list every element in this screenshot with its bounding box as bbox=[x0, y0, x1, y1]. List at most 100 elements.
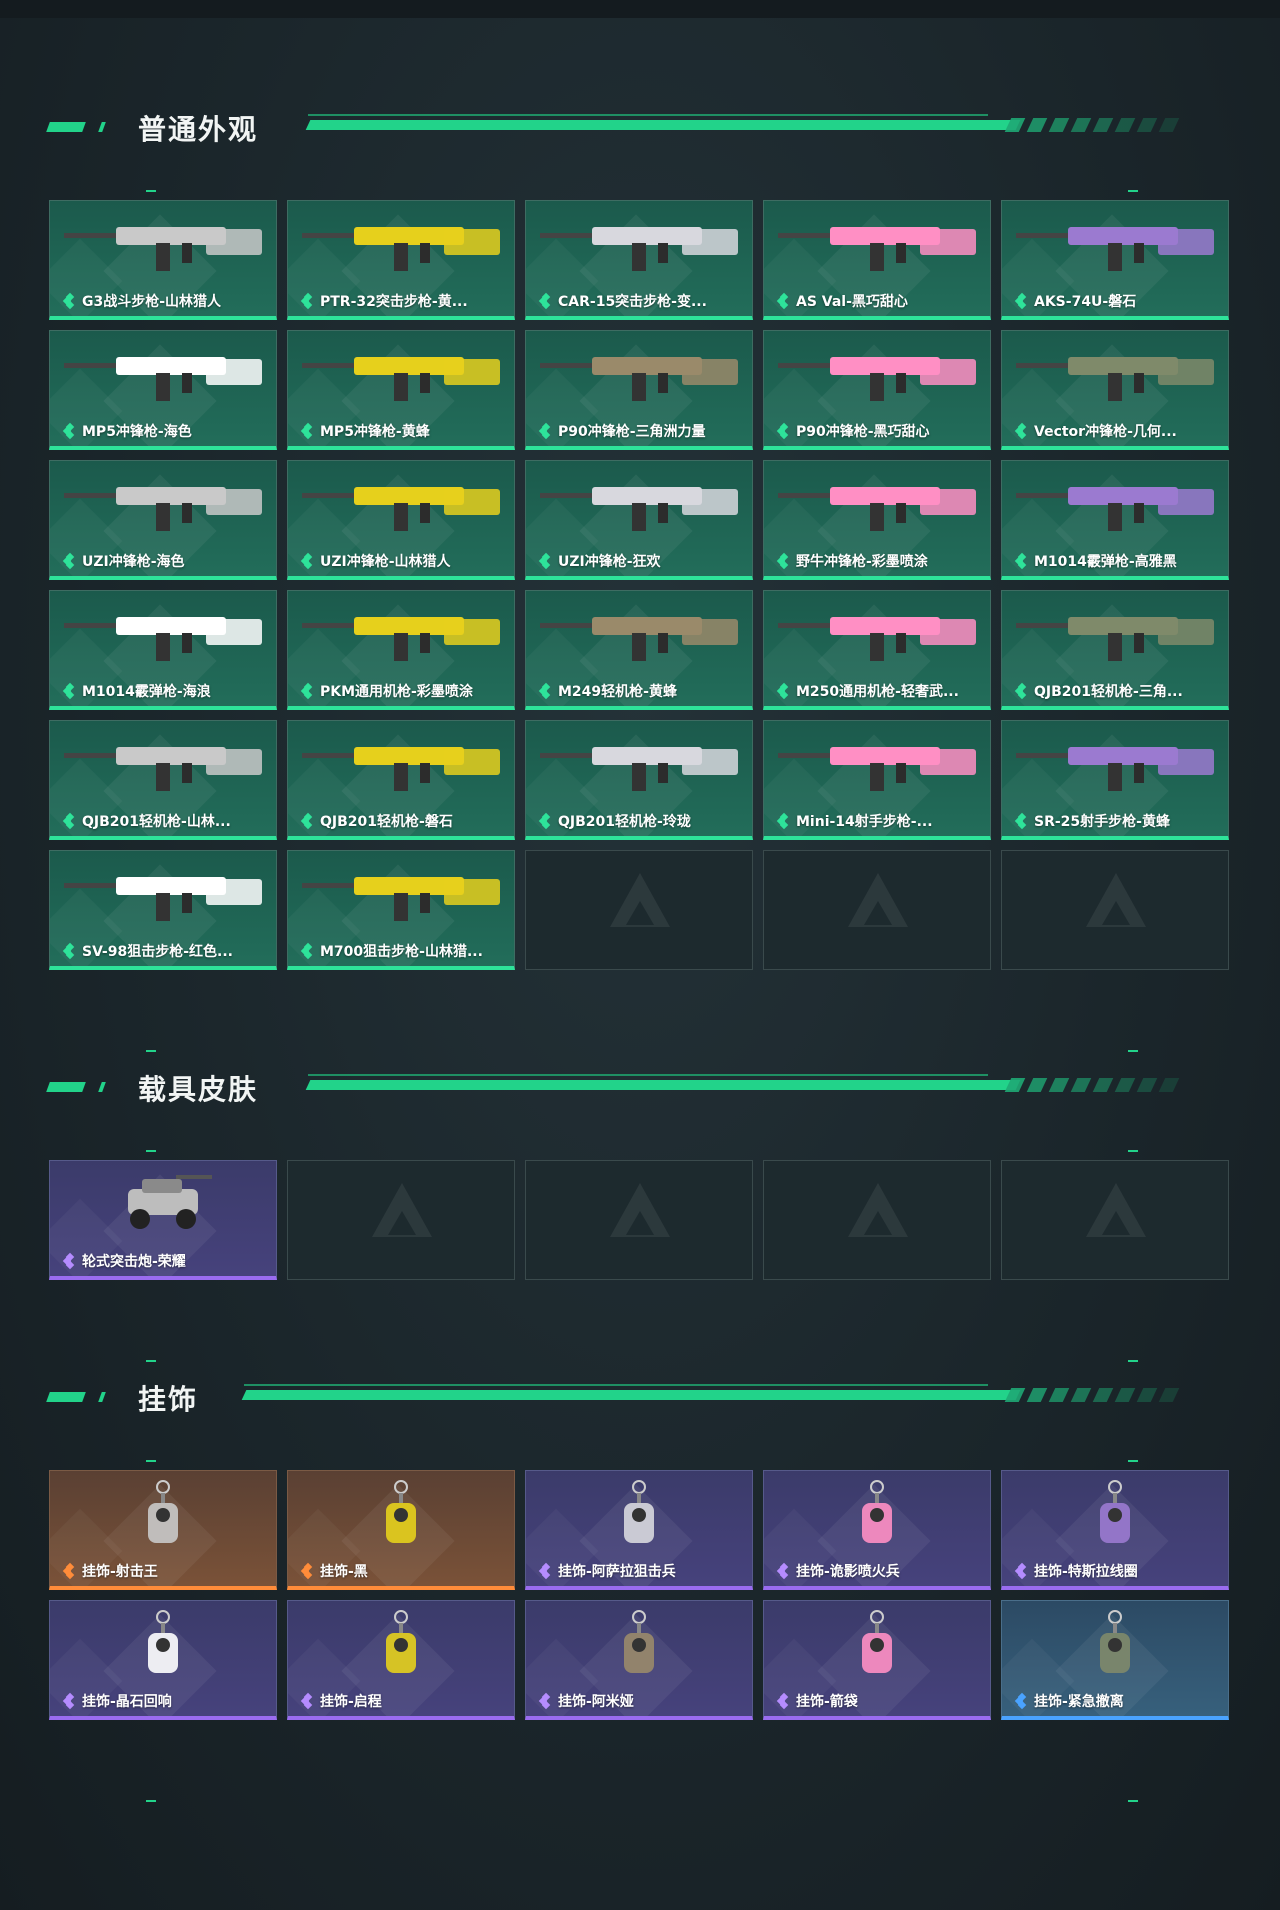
section-title: 普通外观 bbox=[138, 113, 259, 146]
rarity-diamond-icon bbox=[538, 422, 552, 440]
smg-icon bbox=[64, 357, 262, 401]
rarity-diamond-icon bbox=[1014, 1692, 1028, 1710]
item-card[interactable]: MP5冲锋枪-海色 bbox=[49, 330, 277, 450]
item-name: 挂饰-紧急撤离 bbox=[1034, 1694, 1124, 1710]
item-card[interactable]: 挂饰-箭袋 bbox=[763, 1600, 991, 1720]
section-header: 载具皮肤 bbox=[46, 1068, 1200, 1108]
corner-tick bbox=[1128, 1150, 1138, 1152]
item-card[interactable]: QJB201轻机枪-三角... bbox=[1001, 590, 1229, 710]
diamond-bit bbox=[303, 560, 313, 570]
item-card[interactable]: M700狙击步枪-山林猎... bbox=[287, 850, 515, 970]
header-rule bbox=[305, 1080, 1021, 1090]
item-card[interactable]: P90冲锋枪-三角洲力量 bbox=[525, 330, 753, 450]
checker-block bbox=[1048, 1388, 1070, 1402]
rarity-diamond-icon bbox=[538, 812, 552, 830]
item-label-row: CAR-15突击步枪-变... bbox=[538, 292, 707, 310]
header-checker bbox=[1004, 1388, 1188, 1402]
machine-gun-icon bbox=[302, 747, 500, 791]
rarity-diamond-icon bbox=[538, 682, 552, 700]
item-name: SR-25射手步枪-黄蜂 bbox=[1034, 814, 1170, 830]
item-card[interactable]: M250通用机枪-轻奢武... bbox=[763, 590, 991, 710]
item-card[interactable]: 挂饰-阿米娅 bbox=[525, 1600, 753, 1720]
corner-tick bbox=[146, 1360, 156, 1362]
diamond-bit bbox=[541, 690, 551, 700]
item-card[interactable]: 挂饰-紧急撤离 bbox=[1001, 1600, 1229, 1720]
item-card[interactable]: 轮式突击炮-荣耀 bbox=[49, 1160, 277, 1280]
item-card[interactable]: UZI冲锋枪-海色 bbox=[49, 460, 277, 580]
item-card[interactable]: M1014霰弹枪-高雅黑 bbox=[1001, 460, 1229, 580]
rarity-diamond-icon bbox=[776, 682, 790, 700]
item-name: UZI冲锋枪-狂欢 bbox=[558, 554, 661, 570]
rarity-diamond-icon bbox=[776, 422, 790, 440]
item-name: QJB201轻机枪-玲珑 bbox=[558, 814, 691, 830]
item-name: M250通用机枪-轻奢武... bbox=[796, 684, 959, 700]
diamond-bit bbox=[65, 820, 75, 830]
item-card[interactable]: 挂饰-阿萨拉狙击兵 bbox=[525, 1470, 753, 1590]
item-card[interactable]: 挂饰-黑 bbox=[287, 1470, 515, 1590]
item-card[interactable]: QJB201轻机枪-玲珑 bbox=[525, 720, 753, 840]
item-name: 挂饰-黑 bbox=[320, 1564, 368, 1580]
sniper-icon bbox=[64, 877, 262, 921]
item-card[interactable]: SR-25射手步枪-黄蜂 bbox=[1001, 720, 1229, 840]
item-card[interactable]: AS Val-黑巧甜心 bbox=[763, 200, 991, 320]
item-card[interactable]: QJB201轻机枪-磐石 bbox=[287, 720, 515, 840]
item-card[interactable]: 挂饰-启程 bbox=[287, 1600, 515, 1720]
item-label-row: 挂饰-阿萨拉狙击兵 bbox=[538, 1562, 676, 1580]
item-name: 挂饰-诡影喷火兵 bbox=[796, 1564, 900, 1580]
item-card[interactable]: UZI冲锋枪-狂欢 bbox=[525, 460, 753, 580]
item-card[interactable]: MP5冲锋枪-黄蜂 bbox=[287, 330, 515, 450]
item-name: QJB201轻机枪-三角... bbox=[1034, 684, 1183, 700]
header-accent bbox=[98, 122, 106, 132]
item-card[interactable]: 挂饰-特斯拉线圈 bbox=[1001, 1470, 1229, 1590]
item-name: CAR-15突击步枪-变... bbox=[558, 294, 707, 310]
empty-slot bbox=[1001, 1160, 1229, 1280]
item-label-row: MP5冲锋枪-海色 bbox=[62, 422, 192, 440]
section-title: 载具皮肤 bbox=[138, 1073, 259, 1106]
checker-block bbox=[1026, 1078, 1048, 1092]
item-card[interactable]: QJB201轻机枪-山林... bbox=[49, 720, 277, 840]
diamond-bit bbox=[541, 430, 551, 440]
diamond-bit bbox=[65, 1260, 75, 1270]
item-card[interactable]: 挂饰-晶石回响 bbox=[49, 1600, 277, 1720]
item-label-row: MP5冲锋枪-黄蜂 bbox=[300, 422, 430, 440]
corner-tick bbox=[146, 1150, 156, 1152]
item-card[interactable]: G3战斗步枪-山林猎人 bbox=[49, 200, 277, 320]
item-card[interactable]: 挂饰-诡影喷火兵 bbox=[763, 1470, 991, 1590]
item-card[interactable]: SV-98狙击步枪-红色... bbox=[49, 850, 277, 970]
shotgun-icon bbox=[64, 617, 262, 661]
checker-block bbox=[1092, 1078, 1114, 1092]
rarity-diamond-icon bbox=[300, 812, 314, 830]
item-card[interactable]: Mini-14射手步枪-... bbox=[763, 720, 991, 840]
item-label-row: PTR-32突击步枪-黄... bbox=[300, 292, 468, 310]
diamond-bit bbox=[541, 560, 551, 570]
checker-block bbox=[1092, 1388, 1114, 1402]
item-card[interactable]: UZI冲锋枪-山林猎人 bbox=[287, 460, 515, 580]
item-card[interactable]: P90冲锋枪-黑巧甜心 bbox=[763, 330, 991, 450]
smg-icon bbox=[778, 357, 976, 401]
smg-icon bbox=[1016, 357, 1214, 401]
smg-icon bbox=[302, 487, 500, 531]
item-card[interactable]: 野牛冲锋枪-彩墨喷涂 bbox=[763, 460, 991, 580]
item-card[interactable]: PTR-32突击步枪-黄... bbox=[287, 200, 515, 320]
rarity-diamond-icon bbox=[62, 812, 76, 830]
item-card[interactable]: CAR-15突击步枪-变... bbox=[525, 200, 753, 320]
empty-slot bbox=[763, 850, 991, 970]
item-name: M249轻机枪-黄蜂 bbox=[558, 684, 677, 700]
checker-block bbox=[1136, 1388, 1158, 1402]
diamond-bit bbox=[65, 690, 75, 700]
smg-icon bbox=[302, 357, 500, 401]
rarity-diamond-icon bbox=[62, 1252, 76, 1270]
rarity-diamond-icon bbox=[1014, 812, 1028, 830]
item-label-row: 野牛冲锋枪-彩墨喷涂 bbox=[776, 552, 928, 570]
rarity-diamond-icon bbox=[538, 1562, 552, 1580]
item-card[interactable]: AKS-74U-磐石 bbox=[1001, 200, 1229, 320]
item-card[interactable]: PKM通用机枪-彩墨喷涂 bbox=[287, 590, 515, 710]
item-label-row: 挂饰-紧急撤离 bbox=[1014, 1692, 1124, 1710]
item-card[interactable]: 挂饰-射击王 bbox=[49, 1470, 277, 1590]
item-card[interactable]: M249轻机枪-黄蜂 bbox=[525, 590, 753, 710]
item-card[interactable]: M1014霰弹枪-海浪 bbox=[49, 590, 277, 710]
diamond-bit bbox=[65, 300, 75, 310]
item-card[interactable]: Vector冲锋枪-几何... bbox=[1001, 330, 1229, 450]
item-name: M1014霰弹枪-高雅黑 bbox=[1034, 554, 1177, 570]
checker-block bbox=[1004, 1078, 1026, 1092]
